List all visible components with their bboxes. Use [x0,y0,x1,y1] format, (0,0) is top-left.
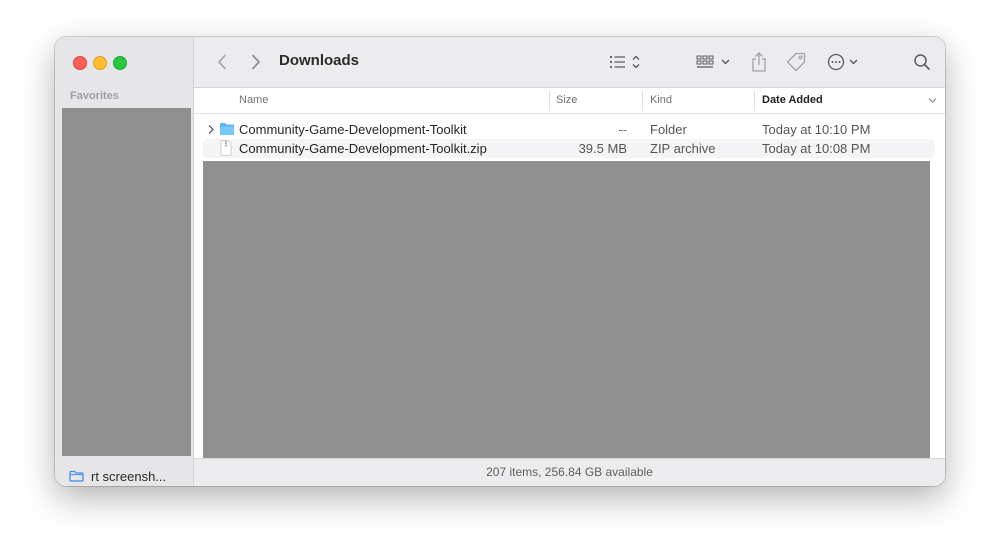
main-pane: Downloads Name Size Kind Date Added Comm… [194,37,945,486]
file-size: 39.5 MB [578,141,627,156]
maximize-window-button[interactable] [113,56,127,70]
window-title: Downloads [279,52,360,69]
sidebar-section-favorites: Favorites [70,90,119,102]
tag-icon [786,52,806,72]
zip-file-icon [220,140,232,156]
column-divider[interactable] [754,91,755,110]
file-date-added: Today at 10:10 PM [762,122,871,137]
share-icon [752,52,766,72]
finder-window: Favorites rt screensh... Downloads Name … [55,37,945,486]
more-actions-button[interactable] [826,51,862,73]
sidebar-item-label: rt screensh... [91,468,167,484]
group-by-button[interactable] [695,52,733,72]
column-divider[interactable] [549,91,550,110]
tags-button[interactable] [784,50,808,74]
search-icon [914,54,930,70]
file-kind: Folder [650,122,687,137]
file-size: -- [618,122,627,137]
list-view-icon [609,55,640,69]
view-mode-list-button[interactable] [608,52,644,72]
file-name: Community-Game-Development-Toolkit [239,122,467,137]
toolbar: Downloads [194,37,945,88]
table-row[interactable]: Community-Game-Development-Toolkit -- Fo… [203,120,935,139]
column-date-added[interactable]: Date Added [762,94,823,106]
file-name: Community-Game-Development-Toolkit.zip [239,141,487,156]
status-bar: 207 items, 256.84 GB available [194,458,945,486]
folder-icon [220,123,234,135]
table-row[interactable]: Community-Game-Development-Toolkit.zip 3… [203,139,935,158]
redacted-file-list [203,161,930,459]
forward-button[interactable] [246,51,266,73]
column-name[interactable]: Name [239,94,268,106]
sidebar: Favorites rt screensh... [55,37,194,486]
chevron-right-icon [252,54,260,70]
back-button[interactable] [212,51,232,73]
minimize-window-button[interactable] [93,56,107,70]
column-divider[interactable] [642,91,643,110]
sort-descending-chevron-icon[interactable] [928,97,937,104]
ellipsis-circle-icon [827,53,858,71]
status-text: 207 items, 256.84 GB available [486,465,653,479]
sidebar-item-folder[interactable]: rt screensh... [69,467,166,485]
search-button[interactable] [911,51,933,73]
close-window-button[interactable] [73,56,87,70]
redacted-sidebar-region [62,108,191,456]
file-date-added: Today at 10:08 PM [762,141,871,156]
column-size[interactable]: Size [556,94,577,106]
disclosure-chevron-icon[interactable] [207,124,215,135]
folder-icon [69,470,84,482]
column-header: Name Size Kind Date Added [194,88,945,114]
share-button[interactable] [748,50,770,74]
file-kind: ZIP archive [650,141,716,156]
chevron-left-icon [218,54,226,70]
grid-group-icon [696,55,730,68]
column-kind[interactable]: Kind [650,94,672,106]
